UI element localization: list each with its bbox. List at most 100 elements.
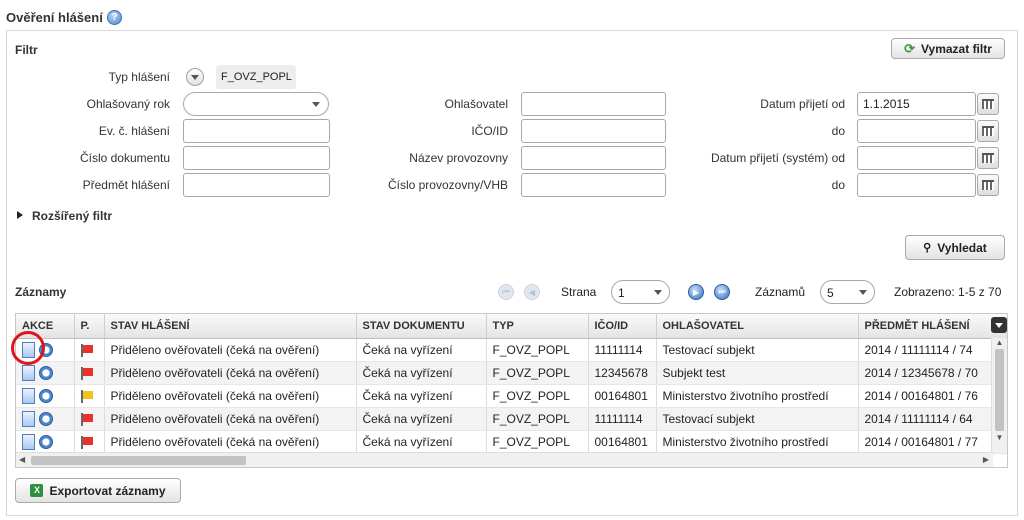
scroll-right-icon[interactable]: ▶ <box>983 455 989 464</box>
cell-dok: Čeká na vyřízení <box>356 361 487 385</box>
column-header-typ[interactable]: TYP <box>486 314 589 339</box>
calendar-icon[interactable] <box>977 120 999 142</box>
table-row[interactable]: Přiděleno ověřovateli (čeká na ověření) Č… <box>16 338 1007 362</box>
horizontal-scroll-thumb[interactable] <box>31 456 246 465</box>
cell-ico: 00164801 <box>588 430 657 454</box>
horizontal-scrollbar[interactable]: ◀ ▶ <box>16 452 993 467</box>
clock-icon[interactable] <box>39 365 53 380</box>
ico-input[interactable] <box>521 119 666 143</box>
date-to-input[interactable] <box>857 119 976 143</box>
report-type-dropdown[interactable] <box>186 68 204 86</box>
evid-input[interactable] <box>183 119 330 143</box>
first-page-icon[interactable]: ⏮ <box>498 284 514 300</box>
shown-text: Zobrazeno: 1-5 z 70 <box>894 285 1002 299</box>
cell-typ: F_OVZ_POPL <box>486 407 589 431</box>
sys-date-to-label: do <box>831 178 845 192</box>
count-select[interactable]: 5 <box>820 280 875 304</box>
chevron-down-icon <box>995 322 1003 328</box>
cell-ohl: Testovací subjekt <box>656 338 859 362</box>
table-row[interactable]: Přiděleno ověřovateli (čeká na ověření) Č… <box>16 407 1007 431</box>
row-actions <box>16 384 75 408</box>
column-header-ico[interactable]: IČO/ID <box>588 314 657 339</box>
page-title: Ověření hlášení <box>6 10 103 25</box>
scroll-down-icon[interactable]: ▼ <box>992 433 1007 442</box>
document-icon[interactable] <box>22 364 35 381</box>
cell-stav: Přiděleno ověřovateli (čeká na ověření) <box>104 338 357 362</box>
document-icon[interactable] <box>22 387 35 404</box>
cell-ohl: Subjekt test <box>656 361 859 385</box>
extended-filter-toggle[interactable]: Rozšířený filtr <box>32 209 112 223</box>
search-button[interactable]: ⚲ Vyhledat <box>905 235 1005 260</box>
row-priority <box>74 338 105 362</box>
clock-icon[interactable] <box>39 388 53 403</box>
row-actions <box>16 407 75 431</box>
facility-num-label: Číslo provozovny/VHB <box>387 178 508 192</box>
records-title: Záznamy <box>15 285 67 299</box>
flag-icon <box>80 343 93 357</box>
subject-label: Předmět hlášení <box>82 178 170 192</box>
prev-page-icon[interactable]: ◀ <box>524 284 540 300</box>
next-page-icon[interactable]: ▶ <box>688 284 704 300</box>
row-priority <box>74 361 105 385</box>
scroll-up-icon[interactable]: ▲ <box>992 338 1007 347</box>
column-header-stav-hlaseni[interactable]: STAV HLÁŠENÍ <box>104 314 357 339</box>
vertical-scroll-thumb[interactable] <box>995 349 1004 431</box>
help-icon[interactable]: ? <box>107 10 122 25</box>
column-header-priority[interactable]: P. <box>74 314 105 339</box>
column-menu-button[interactable] <box>991 317 1007 333</box>
calendar-icon[interactable] <box>977 93 999 115</box>
sys-date-to-input[interactable] <box>857 173 976 197</box>
calendar-icon[interactable] <box>977 147 999 169</box>
report-type-value: F_OVZ_POPL <box>216 65 296 89</box>
cell-predmet: 2014 / 12345678 / 70 <box>858 361 1007 385</box>
clear-filter-button[interactable]: ⟳ Vymazat filtr <box>891 38 1005 59</box>
cell-stav: Přiděleno ověřovateli (čeká na ověření) <box>104 407 357 431</box>
reporter-input[interactable] <box>521 92 666 116</box>
chevron-down-icon <box>654 290 662 295</box>
column-header-ohlasovatel[interactable]: OHLAŠOVATEL <box>656 314 859 339</box>
facility-name-label: Název provozovny <box>409 151 508 165</box>
year-label: Ohlašovaný rok <box>86 97 170 111</box>
column-header-predmet[interactable]: PŘEDMĚT HLÁŠENÍ <box>858 314 1007 339</box>
cell-typ: F_OVZ_POPL <box>486 361 589 385</box>
clock-icon[interactable] <box>39 411 53 426</box>
cell-dok: Čeká na vyřízení <box>356 338 487 362</box>
page-value: 1 <box>618 286 625 300</box>
cell-typ: F_OVZ_POPL <box>486 430 589 454</box>
facility-num-input[interactable] <box>521 173 666 197</box>
count-label: Záznamů <box>755 285 806 299</box>
column-header-stav-dokumentu[interactable]: STAV DOKUMENTU <box>356 314 487 339</box>
filter-title: Filtr <box>15 43 38 57</box>
refresh-icon: ⟳ <box>904 40 915 56</box>
year-select[interactable] <box>183 92 329 116</box>
last-page-icon[interactable]: ⏭ <box>714 284 730 300</box>
table-row[interactable]: Přiděleno ověřovateli (čeká na ověření) Č… <box>16 361 1007 385</box>
facility-name-input[interactable] <box>521 146 666 170</box>
export-button-label: Exportovat záznamy <box>49 483 166 498</box>
document-icon[interactable] <box>22 410 35 427</box>
export-button[interactable]: X Exportovat záznamy <box>15 478 181 503</box>
cell-ohl: Testovací subjekt <box>656 407 859 431</box>
expand-icon[interactable] <box>17 211 23 219</box>
subject-input[interactable] <box>183 173 330 197</box>
vertical-scrollbar[interactable]: ▲ ▼ <box>991 338 1007 453</box>
table-row[interactable]: Přiděleno ověřovateli (čeká na ověření) Č… <box>16 430 1007 454</box>
scroll-left-icon[interactable]: ◀ <box>19 455 25 464</box>
flag-icon <box>80 435 93 449</box>
cell-typ: F_OVZ_POPL <box>486 338 589 362</box>
clock-icon[interactable] <box>39 434 53 449</box>
document-icon[interactable] <box>22 433 35 450</box>
reporter-label: Ohlašovatel <box>444 97 508 111</box>
date-from-label: Datum přijetí od <box>760 97 845 111</box>
date-from-input[interactable] <box>857 92 976 116</box>
row-actions <box>16 430 75 454</box>
row-priority <box>74 384 105 408</box>
binoculars-icon: ⚲ <box>923 242 932 254</box>
calendar-icon[interactable] <box>977 174 999 196</box>
sys-date-from-input[interactable] <box>857 146 976 170</box>
page-select[interactable]: 1 <box>611 280 670 304</box>
date-to-label: do <box>831 124 845 138</box>
table-row[interactable]: Přiděleno ověřovateli (čeká na ověření) Č… <box>16 384 1007 408</box>
flag-icon <box>80 366 93 380</box>
docnum-input[interactable] <box>183 146 330 170</box>
